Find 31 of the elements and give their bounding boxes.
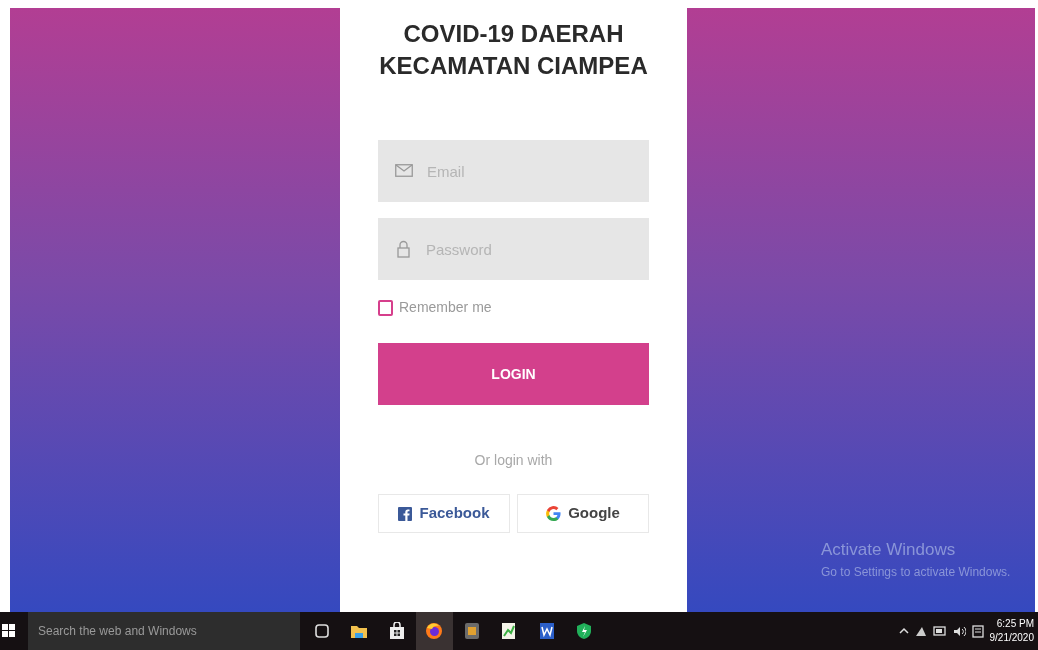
or-login-text: Or login with [473, 451, 554, 470]
notepad-icon [501, 622, 518, 640]
battery-icon[interactable] [932, 626, 947, 636]
remember-label: Remember me [399, 298, 492, 317]
google-icon [546, 506, 562, 521]
media-app-icon [463, 622, 480, 640]
fox-globe-icon [425, 622, 444, 640]
envelope-icon [395, 164, 413, 177]
chevron-up-icon[interactable] [898, 627, 909, 635]
word-document-icon [538, 622, 555, 640]
clock-time[interactable]: 6:25 PM [996, 617, 1034, 631]
remember-checkbox[interactable] [378, 299, 393, 316]
facebook-button[interactable]: Facebook [378, 494, 510, 533]
facebook-icon [398, 506, 413, 521]
card-title: COVID-19 DAERAH KECAMATAN CIAMPEA [379, 19, 648, 81]
network-icon[interactable] [914, 625, 927, 637]
activation-subtitle: Go to Settings to activate Windows. [821, 563, 1011, 581]
task-view-icon [313, 623, 330, 639]
notification-icon[interactable] [971, 624, 984, 638]
speaker-icon[interactable] [952, 625, 966, 637]
folder-icon [350, 623, 369, 639]
clock-date[interactable]: 9/21/2020 [989, 631, 1034, 645]
shopping-bag-icon [388, 622, 405, 640]
windows-start-icon[interactable] [2, 623, 16, 639]
padlock-icon [397, 240, 410, 258]
activation-title: Activate Windows [821, 539, 957, 561]
shield-icon [576, 622, 593, 640]
login-button[interactable]: LOGIN [378, 343, 649, 405]
google-button[interactable]: Google [517, 494, 649, 533]
taskbar-search-field[interactable]: Search the web and Windows [28, 612, 300, 650]
taskbar-app-button[interactable] [415, 612, 453, 650]
